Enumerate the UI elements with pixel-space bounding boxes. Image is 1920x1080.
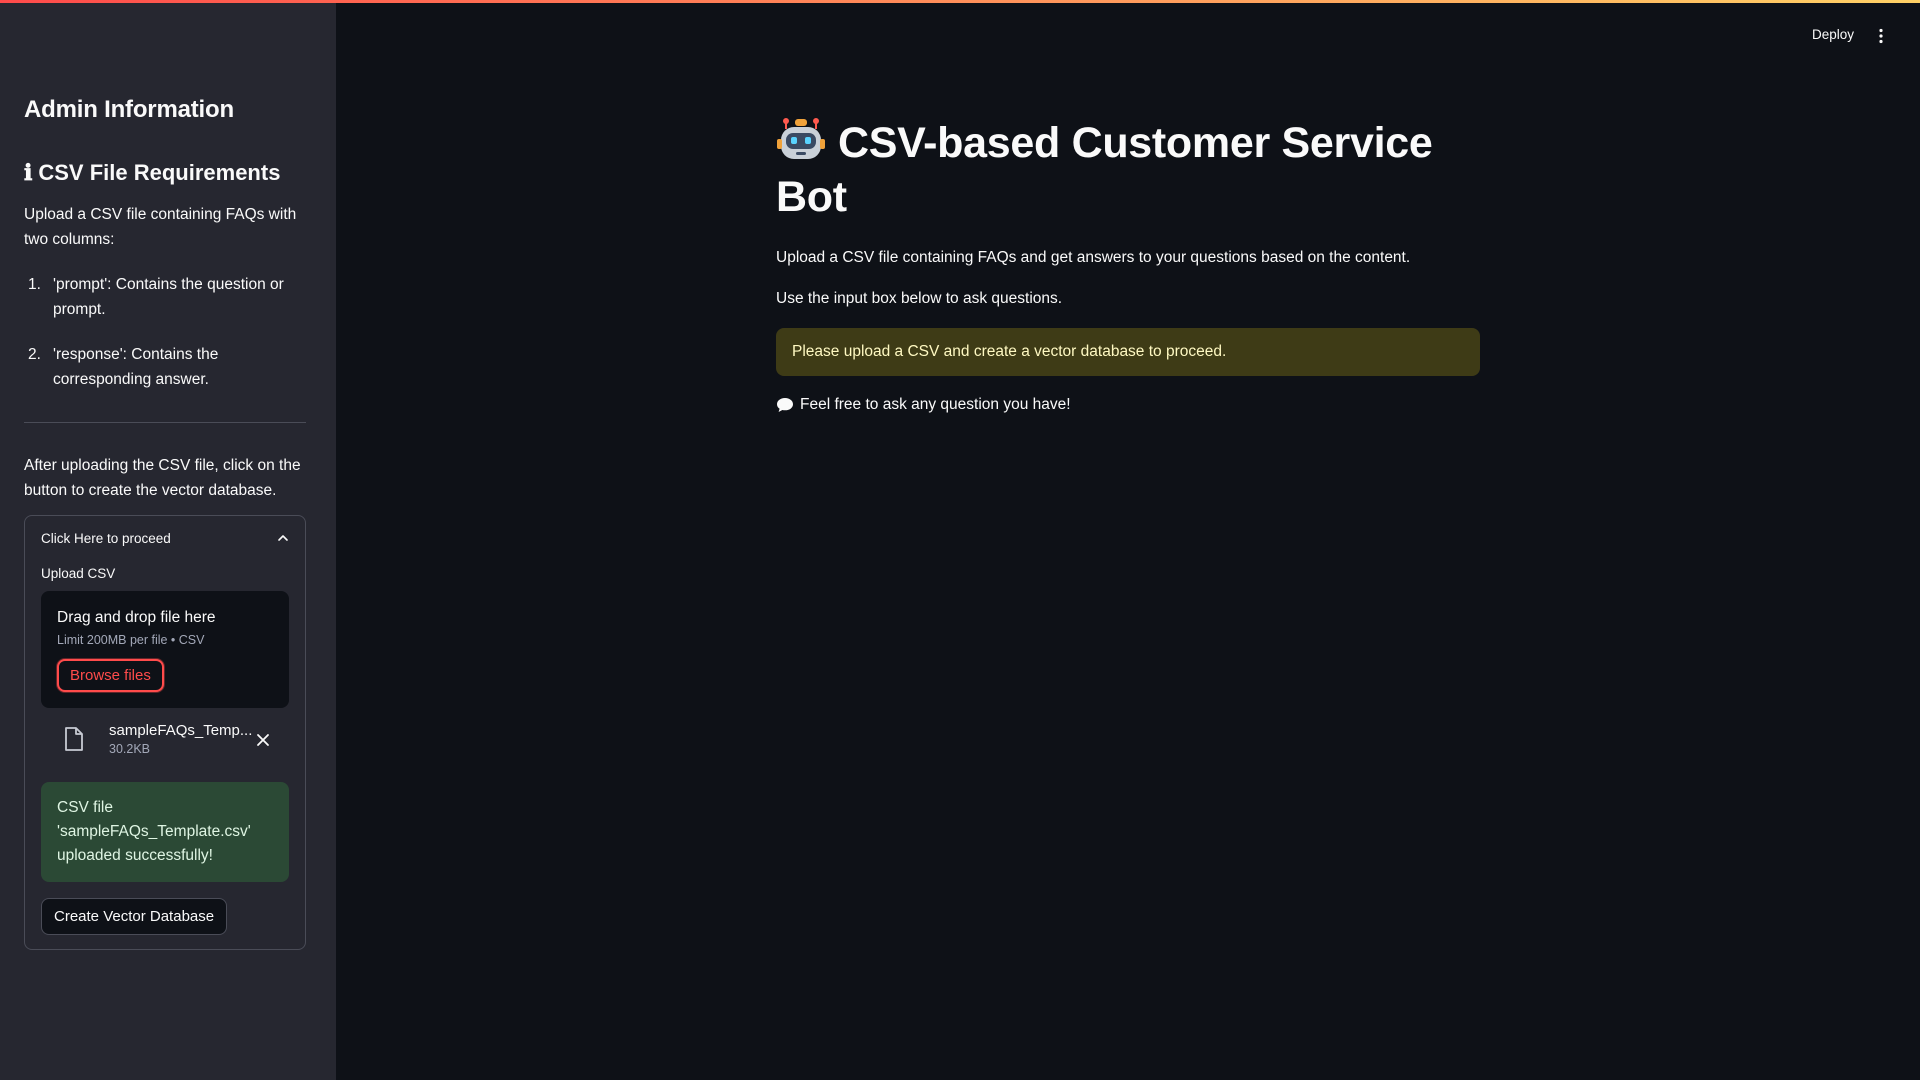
deploy-button[interactable]: Deploy [1812,27,1854,42]
create-vector-database-button[interactable]: Create Vector Database [41,898,228,935]
file-name: sampleFAQs_Temp... [109,722,253,739]
browse-files-button[interactable]: Browse files [57,659,164,692]
expander-label: Click Here to proceed [41,530,171,546]
list-item-text: 'prompt': Contains the question or promp… [53,276,284,318]
list-item-number: 1. [28,276,41,293]
instruction-text: Use the input box below to ask questions… [776,290,1063,307]
dropzone-limit-text: Limit 200MB per file • CSV [57,633,205,647]
remove-file-icon[interactable] [255,732,271,748]
proceed-expander: Click Here to proceed Upload CSV Drag an… [24,515,306,950]
page-title: CSV-based Customer Service Bot [776,115,1480,224]
list-item-number: 2. [28,346,41,363]
upload-success-alert: CSV file 'sampleFAQs_Template.csv' uploa… [41,782,289,882]
list-item: 2. 'response': Contains the correspondin… [24,342,306,392]
top-accent-bar [0,0,1920,3]
robot-icon [777,118,825,159]
description-text: Upload a CSV file containing FAQs and ge… [776,249,1411,266]
file-info: sampleFAQs_Temp... 30.2KB [109,722,252,756]
requirements-list: 1. 'prompt': Contains the question or pr… [24,272,306,392]
expander-header[interactable]: Click Here to proceed [41,516,289,560]
after-upload-text: After uploading the CSV file, click on t… [24,457,301,499]
requirements-heading-text: CSV File Requirements [38,160,281,185]
requirements-heading: ℹ CSV File Requirements [24,160,306,186]
file-icon [65,727,83,751]
info-icon: ℹ [24,160,33,186]
list-item: 1. 'prompt': Contains the question or pr… [24,272,306,322]
sidebar: Admin Information ℹ CSV File Requirement… [0,0,336,1080]
file-size: 30.2KB [109,742,151,756]
speech-bubble-icon [777,398,793,412]
sidebar-divider [24,422,306,423]
chat-hint: Feel free to ask any question you have! [776,396,1480,414]
file-dropzone[interactable]: Drag and drop file here Limit 200MB per … [41,591,289,708]
vertical-ellipsis-icon[interactable] [1878,28,1884,44]
chevron-up-icon [278,535,288,541]
chat-hint-text: Feel free to ask any question you have! [800,396,1071,413]
requirements-intro: Upload a CSV file containing FAQs with t… [24,206,297,248]
list-item-text: 'response': Contains the corresponding a… [53,346,219,388]
page-title-text: CSV-based Customer Service Bot [776,119,1433,221]
sidebar-heading: Admin Information [24,96,234,123]
upload-label: Upload CSV [41,566,116,581]
main-content: CSV-based Customer Service Bot Upload a … [776,115,1480,414]
uploaded-file: sampleFAQs_Temp... 30.2KB [41,708,289,756]
dropzone-title: Drag and drop file here [57,609,216,626]
warning-alert: Please upload a CSV and create a vector … [776,328,1480,376]
